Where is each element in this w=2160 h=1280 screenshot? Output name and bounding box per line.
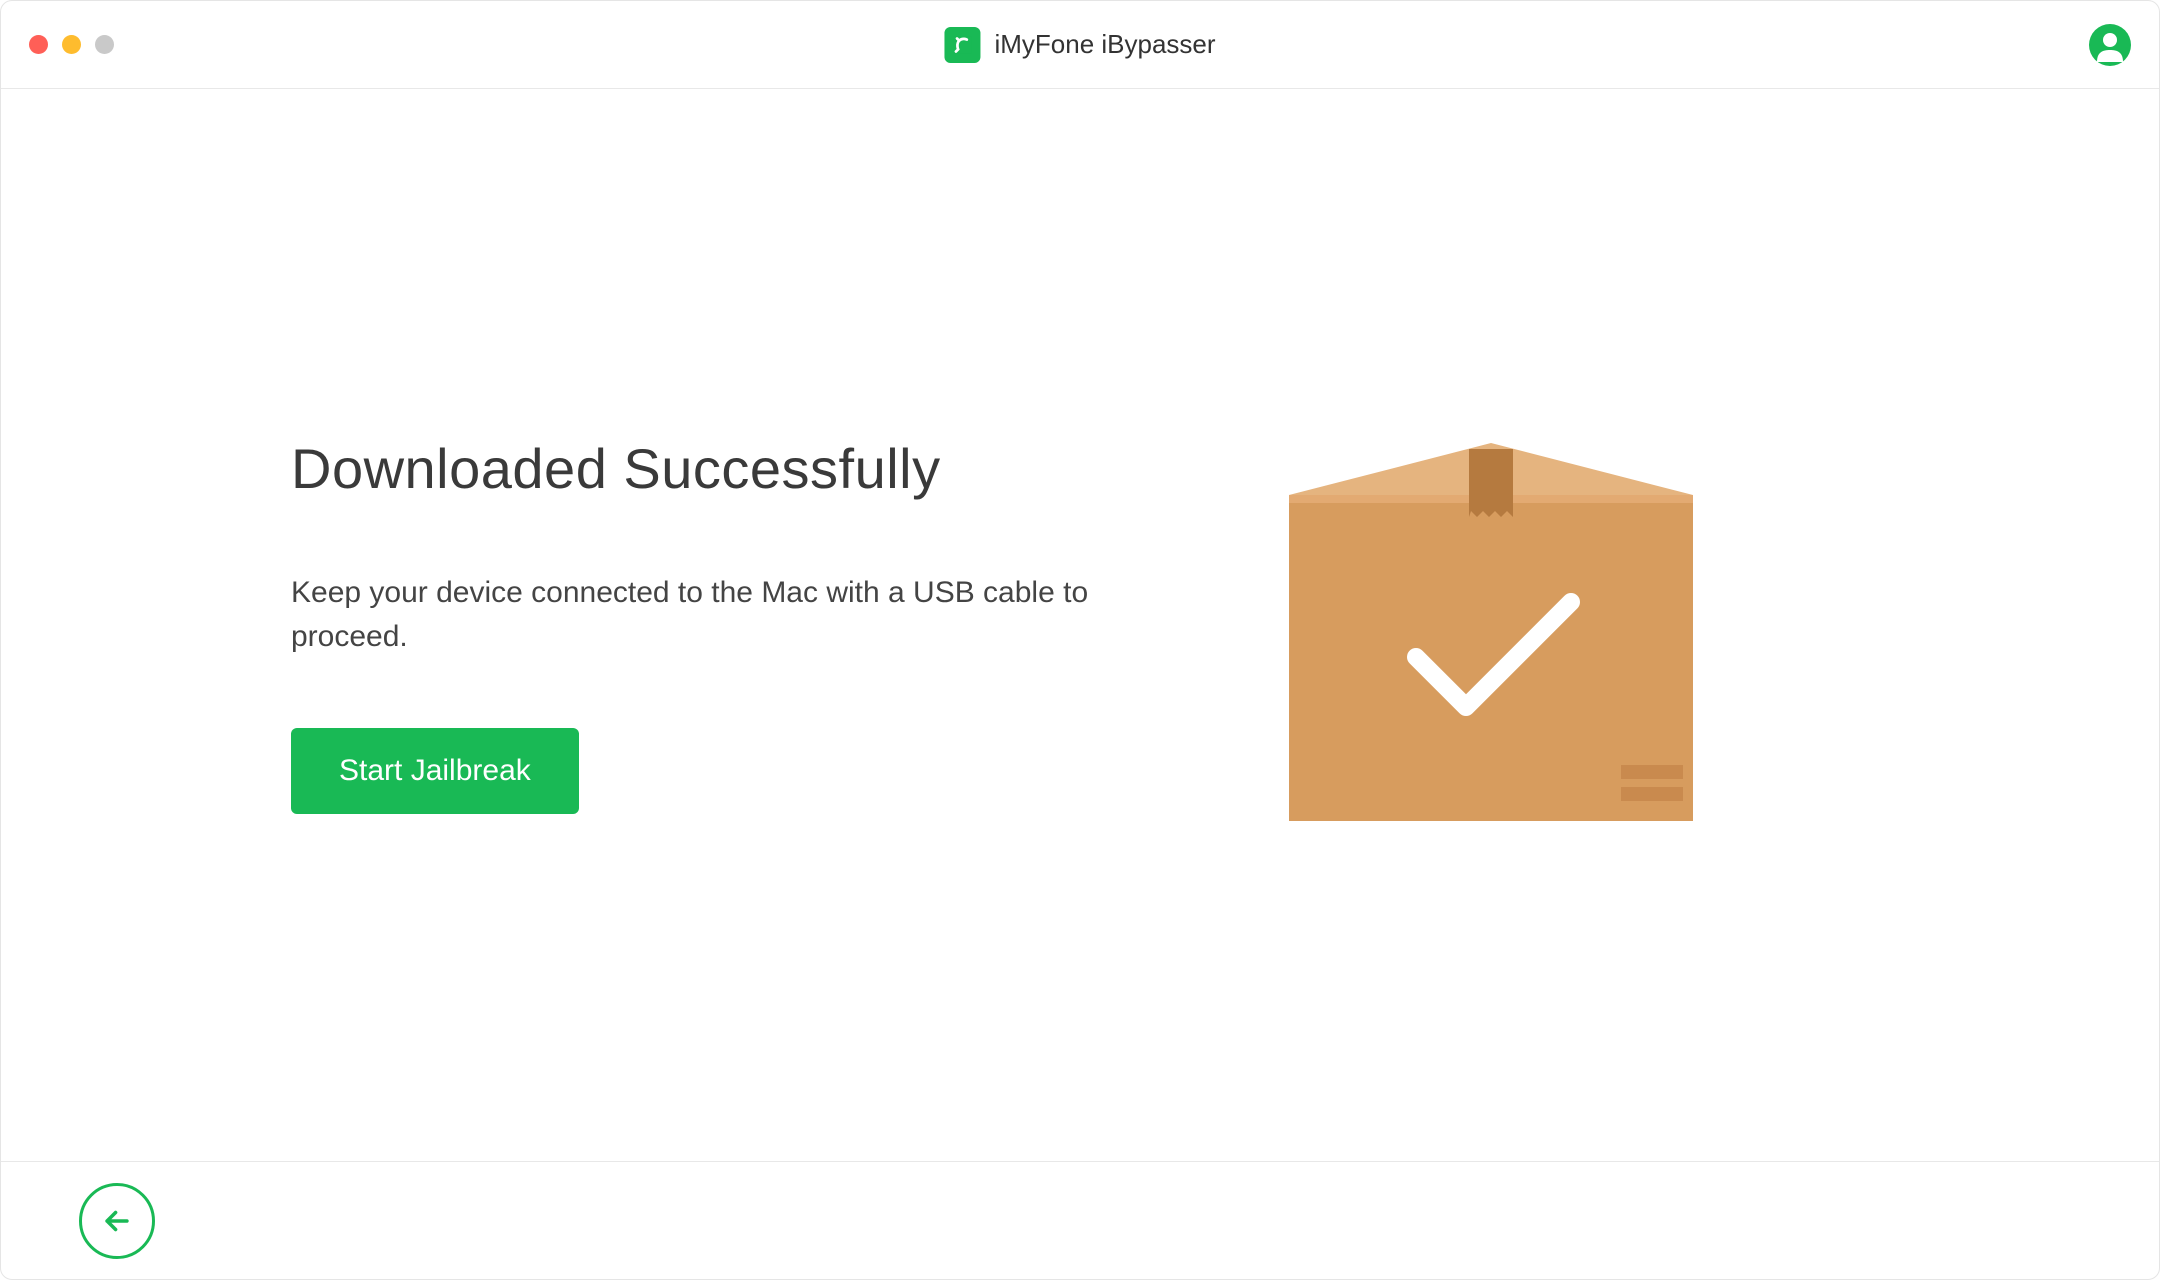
close-window-button[interactable] (29, 35, 48, 54)
minimize-window-button[interactable] (62, 35, 81, 54)
package-box-icon (1271, 425, 1711, 825)
page-description: Keep your device connected to the Mac wi… (291, 571, 1171, 658)
main-content: Downloaded Successfully Keep your device… (1, 89, 2159, 1161)
text-section: Downloaded Successfully Keep your device… (291, 436, 1171, 814)
footer (1, 1161, 2159, 1279)
app-logo-icon (944, 27, 980, 63)
page-heading: Downloaded Successfully (291, 436, 1171, 501)
back-button[interactable] (79, 1183, 155, 1259)
traffic-lights (29, 35, 114, 54)
app-title: iMyFone iBypasser (994, 29, 1215, 60)
arrow-left-icon (100, 1204, 134, 1238)
account-icon[interactable] (2089, 24, 2131, 66)
app-window: iMyFone iBypasser Downloaded Successfull… (0, 0, 2160, 1280)
package-illustration (1271, 425, 1711, 825)
maximize-window-button[interactable] (95, 35, 114, 54)
titlebar: iMyFone iBypasser (1, 1, 2159, 89)
start-jailbreak-button[interactable]: Start Jailbreak (291, 728, 579, 814)
title-center: iMyFone iBypasser (944, 27, 1215, 63)
